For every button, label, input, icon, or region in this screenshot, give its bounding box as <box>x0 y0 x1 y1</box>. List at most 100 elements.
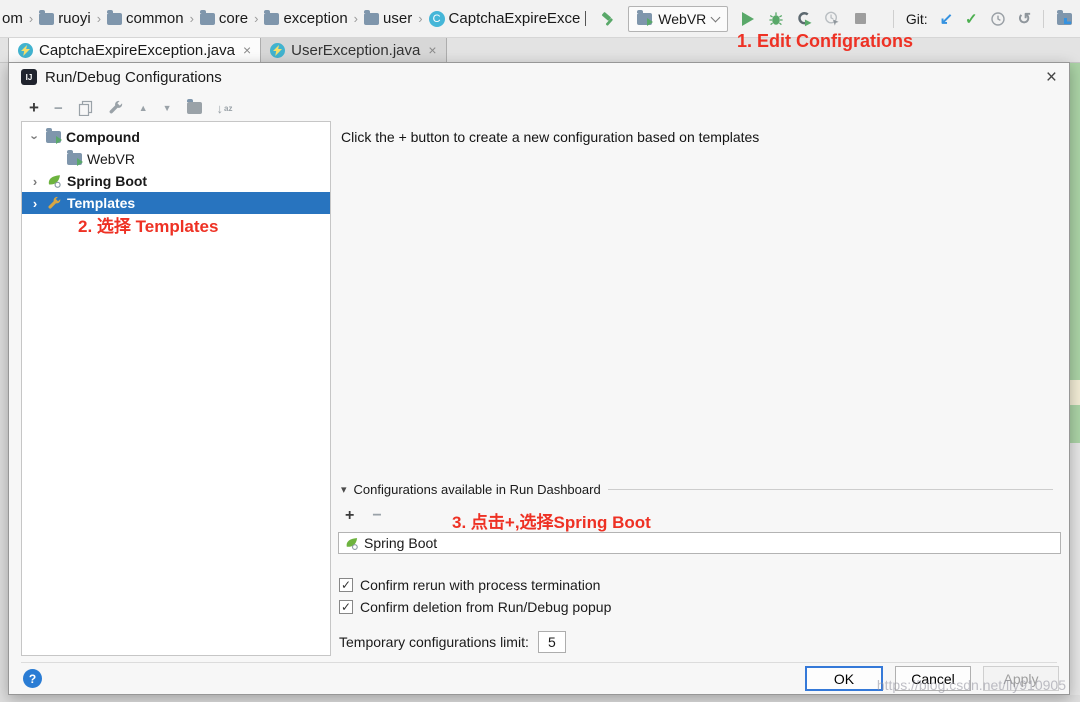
editor-scroll-strip-mark <box>1070 380 1080 405</box>
move-down-button[interactable]: ▼ <box>163 103 172 113</box>
add-configuration-button[interactable]: + <box>29 98 39 118</box>
breadcrumb-separator-icon: › <box>254 11 259 26</box>
toolbar-divider <box>1043 9 1044 28</box>
editor-scroll-strip <box>1070 443 1080 695</box>
breadcrumb-label: user <box>383 10 413 27</box>
tree-item-webvr[interactable]: WebVR <box>22 148 330 170</box>
footer-divider <box>21 662 1057 663</box>
dashboard-remove-button[interactable]: − <box>372 507 381 525</box>
copy-configuration-button[interactable] <box>78 100 93 116</box>
breadcrumb-separator-icon: › <box>96 11 102 26</box>
annotation-step1: 1. Edit Configrations <box>737 31 914 51</box>
temporary-limit-row: Temporary configurations limit: 5 <box>339 631 566 653</box>
project-structure-icon[interactable] <box>1056 9 1072 27</box>
help-button[interactable]: ? <box>23 669 42 688</box>
breadcrumb-item[interactable]: common <box>107 9 184 27</box>
tree-item-label: Spring Boot <box>67 173 148 189</box>
ok-button[interactable]: OK <box>805 666 883 691</box>
git-commit-icon[interactable]: ✓ <box>965 10 978 28</box>
run-configuration-selector[interactable]: WebVR <box>628 5 729 32</box>
collapse-triangle-icon[interactable]: ▾ <box>341 483 347 496</box>
confirm-deletion-row: ✓ Confirm deletion from Run/Debug popup <box>339 599 611 615</box>
build-hammer-icon[interactable] <box>600 11 616 27</box>
tab-user-exception[interactable]: UserException.java × <box>260 37 447 62</box>
run-with-coverage-button[interactable] <box>796 11 812 27</box>
breadcrumb-item[interactable]: om <box>2 10 23 27</box>
breadcrumb-item[interactable]: user <box>364 9 413 27</box>
breadcrumb-item[interactable]: exception <box>264 9 348 27</box>
sort-configurations-button[interactable]: ↓ az <box>217 101 233 116</box>
git-actions: Git: ↙ ✓ ↺ <box>892 9 1080 29</box>
tree-item-label: Compound <box>66 129 140 145</box>
tab-label: CaptchaExpireException.java <box>39 41 235 59</box>
chevron-expanded-icon[interactable]: › <box>28 131 43 143</box>
stop-icon <box>854 13 866 24</box>
git-label: Git: <box>905 10 928 27</box>
debug-button[interactable] <box>768 11 784 27</box>
folder-icon <box>39 9 55 25</box>
breadcrumb-item-class[interactable]: C CaptchaExpireExce <box>428 10 587 27</box>
run-debug-configurations-dialog: IJ Run/Debug Configurations × + − ▲ ▼ ↓ a… <box>8 62 1070 695</box>
checkbox-label: Confirm rerun with process termination <box>360 577 601 593</box>
close-icon[interactable]: × <box>428 42 436 58</box>
checkbox-confirm-deletion[interactable]: ✓ <box>339 600 353 614</box>
breadcrumb-separator-icon: › <box>28 11 34 26</box>
chevron-collapsed-icon[interactable]: › <box>29 174 41 189</box>
sort-arrow: ↓ <box>216 100 224 116</box>
run-config-name: WebVR <box>658 10 707 27</box>
dashboard-add-button[interactable]: + <box>345 507 354 525</box>
move-up-button[interactable]: ▲ <box>139 103 148 113</box>
play-icon <box>742 11 755 26</box>
folder-blue-icon <box>1056 9 1072 25</box>
tree-item-spring-boot[interactable]: › Spring Boot <box>22 170 330 192</box>
stop-button-disabled[interactable] <box>852 11 868 27</box>
breadcrumb-label: exception <box>283 10 348 27</box>
remove-configuration-button[interactable]: − <box>54 100 63 117</box>
breadcrumb-item[interactable]: core <box>199 9 249 27</box>
breadcrumb-label: CaptchaExpireExce <box>448 10 581 27</box>
dialog-title: Run/Debug Configurations <box>45 68 222 86</box>
dialog-close-icon[interactable]: × <box>1046 68 1057 87</box>
main-toolbar: om › ruoyi › common › core › exception ›… <box>0 0 1080 38</box>
temporary-limit-input[interactable]: 5 <box>537 631 566 653</box>
sort-letters: az <box>224 103 233 113</box>
editor-scroll-strip <box>1070 405 1080 443</box>
class-icon: C <box>428 10 445 27</box>
history-clock-icon[interactable] <box>990 11 1006 27</box>
breadcrumb-item[interactable]: ruoyi <box>39 9 91 27</box>
tab-label: UserException.java <box>291 41 421 59</box>
tab-captcha-expire-exception[interactable]: CaptchaExpireException.java × <box>8 37 262 62</box>
revert-icon[interactable]: ↺ <box>1018 9 1031 29</box>
compound-config-icon <box>46 128 62 144</box>
templates-wrench-icon <box>46 195 62 211</box>
breadcrumb-label: core <box>218 10 249 27</box>
tree-item-compound[interactable]: › Compound <box>22 126 330 148</box>
folder-icon <box>107 9 123 25</box>
git-update-icon[interactable]: ↙ <box>940 9 953 29</box>
run-dashboard-section-header: ▾ Configurations available in Run Dashbo… <box>341 482 1053 497</box>
folder-icon <box>364 9 380 25</box>
templates-hint-text: Click the + button to create a new confi… <box>341 129 760 145</box>
breadcrumb-label: om <box>2 10 23 27</box>
close-icon[interactable]: × <box>243 42 251 58</box>
folder-icon <box>199 9 215 25</box>
list-item-spring-boot[interactable]: Spring Boot <box>339 533 1060 553</box>
edit-defaults-wrench-button[interactable] <box>108 100 124 116</box>
configurations-toolbar: + − ▲ ▼ ↓ az <box>29 98 233 118</box>
run-button[interactable] <box>740 11 756 27</box>
annotation-step2: 2. 选择 Templates <box>78 217 219 236</box>
profiler-button-disabled[interactable] <box>824 11 840 27</box>
intellij-logo-icon: IJ <box>21 69 37 85</box>
tree-item-templates[interactable]: › Templates <box>22 192 330 214</box>
list-item-label: Spring Boot <box>364 535 438 551</box>
chevron-collapsed-icon[interactable]: › <box>29 196 41 211</box>
spring-boot-icon <box>46 173 62 189</box>
run-config-icon <box>67 150 83 166</box>
watermark-text: https://blog.csdn.net/lly910905 <box>876 677 1066 693</box>
annotation-step3: 3. 点击+,选择Spring Boot <box>452 513 651 532</box>
checkbox-confirm-rerun[interactable]: ✓ <box>339 578 353 592</box>
confirm-rerun-row: ✓ Confirm rerun with process termination <box>339 577 600 593</box>
new-folder-button[interactable] <box>186 99 202 114</box>
run-dashboard-list: Spring Boot <box>338 532 1061 554</box>
breadcrumb-label: common <box>126 10 184 27</box>
